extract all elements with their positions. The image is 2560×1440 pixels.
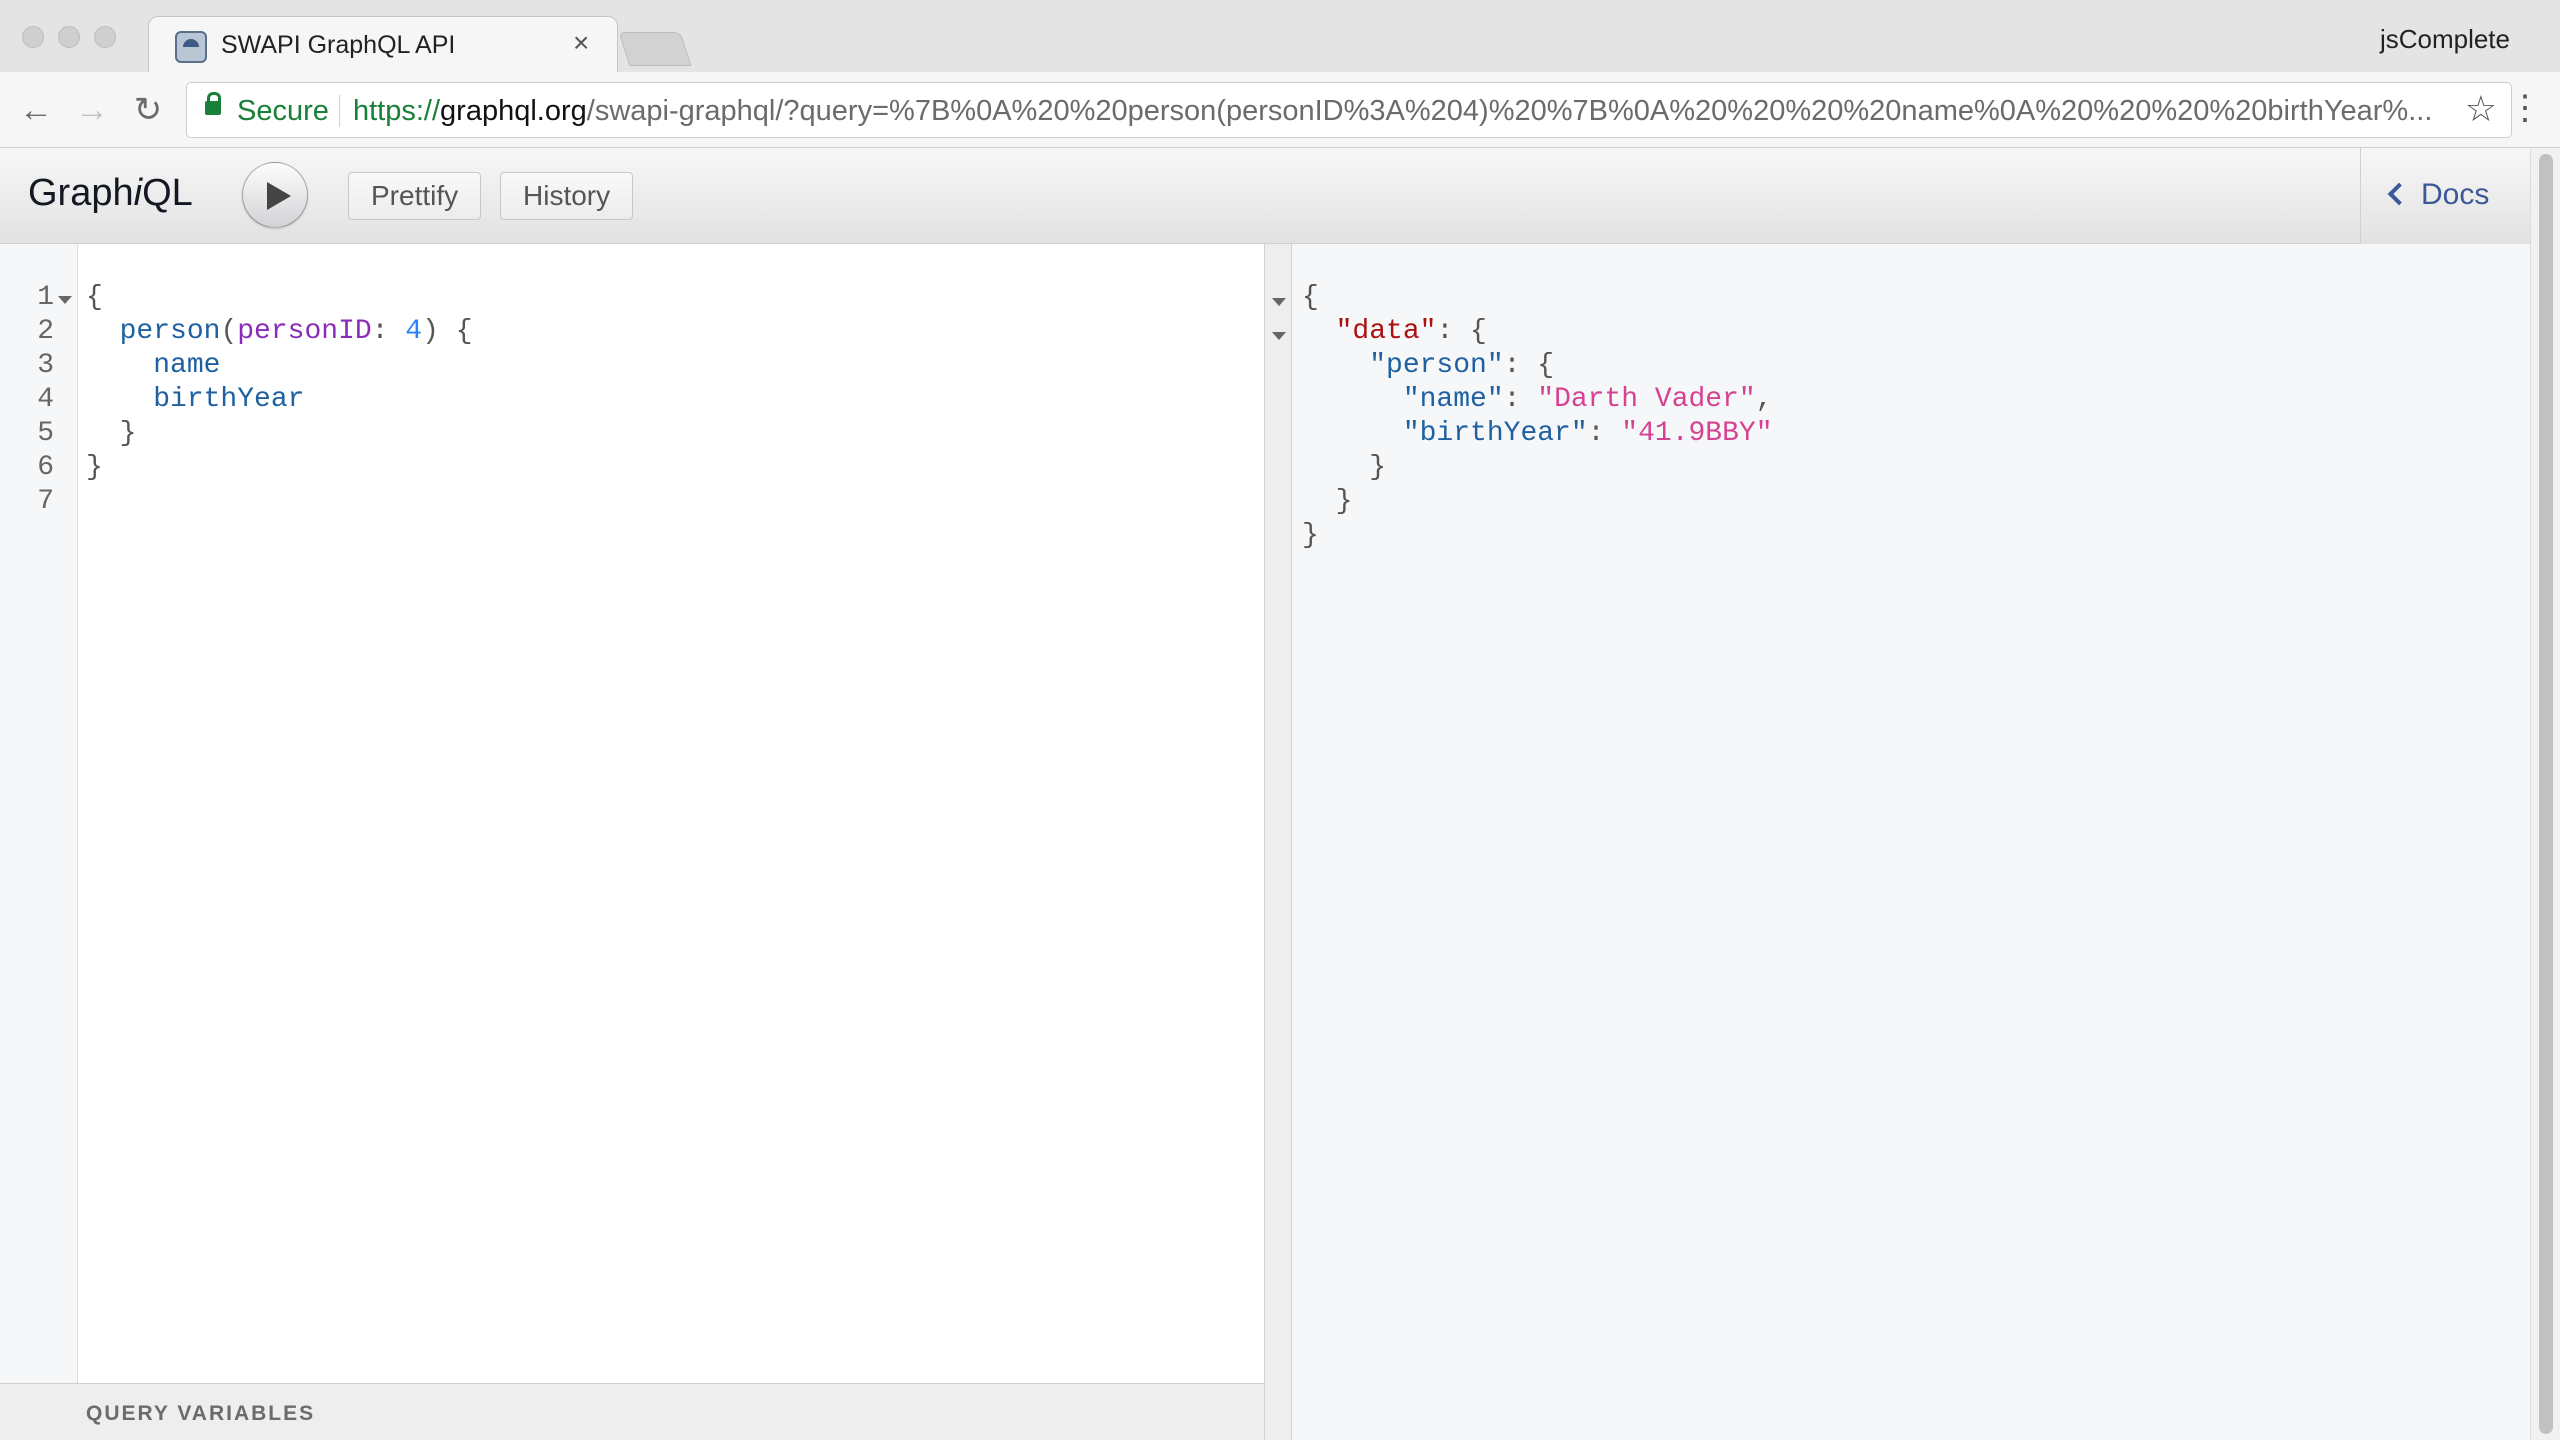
colon-brace: : { — [1436, 316, 1487, 347]
address-bar-separator — [339, 95, 340, 127]
brace: } — [1369, 452, 1387, 483]
url-text[interactable]: https://graphql.org/swapi-graphql/?query… — [353, 95, 2443, 128]
brace: { — [86, 282, 103, 313]
history-button[interactable]: History — [500, 172, 634, 220]
window-zoom-button[interactable] — [94, 26, 116, 48]
code-line: { — [86, 282, 103, 313]
fold-arrow-icon[interactable] — [1272, 332, 1286, 340]
pane-divider[interactable] — [1264, 244, 1292, 1440]
secure-label: Secure — [237, 95, 329, 127]
key-person: "person" — [1369, 350, 1504, 381]
fold-arrow-icon[interactable] — [58, 296, 72, 304]
value-name: "Darth Vader" — [1537, 384, 1756, 415]
key-name: "name" — [1402, 384, 1504, 415]
result-line: "person": { — [1302, 350, 1554, 381]
swapi-favicon-icon — [175, 31, 207, 63]
result-line: { — [1302, 282, 1319, 313]
result-line: } — [1302, 520, 1319, 551]
logo-italic: i — [133, 172, 143, 214]
brace: { — [1302, 282, 1319, 313]
tab-close-icon[interactable]: × — [573, 29, 589, 57]
code-line: } — [86, 452, 103, 483]
result-viewer: { "data": { "person": { "name": "Darth V… — [1292, 244, 2530, 1440]
code-line: person(personID: 4) { — [86, 316, 473, 347]
query-variables-label: QUERY VARIABLES — [86, 1402, 316, 1425]
url-host: graphql.org — [440, 95, 587, 127]
url-scheme: https:// — [353, 95, 441, 127]
docs-label: Docs — [2421, 178, 2490, 211]
bookmark-star-icon[interactable]: ☆ — [2465, 91, 2497, 127]
browser-toolbar: ← → ↻ Secure https://graphql.org/swapi-g… — [0, 72, 2560, 148]
field-name: name — [153, 350, 221, 381]
field-person: person — [119, 316, 221, 347]
browser-tab[interactable]: SWAPI GraphQL API × — [148, 16, 618, 74]
paren: ( — [220, 316, 238, 347]
field-birthyear: birthYear — [153, 384, 305, 415]
url-path: /swapi-graphql/?query=%7B%0A%20%20person… — [586, 95, 2433, 127]
code-line: name — [86, 350, 220, 381]
docs-button[interactable]: Docs — [2387, 178, 2490, 212]
fold-arrow-icon[interactable] — [1272, 298, 1286, 306]
graphiql-logo: GraphiQL — [28, 172, 193, 215]
back-arrow-icon[interactable]: ← — [16, 90, 56, 130]
lock-icon — [205, 92, 221, 115]
result-line: } — [1302, 452, 1386, 483]
logo-suffix: QL — [142, 172, 193, 214]
play-icon — [267, 182, 291, 210]
line-number: 6 — [37, 452, 54, 483]
window-minimize-button[interactable] — [58, 26, 80, 48]
line-number: 3 — [37, 350, 54, 381]
result-line: "name": "Darth Vader", — [1302, 384, 1773, 415]
profile-name[interactable]: jsComplete — [2380, 24, 2510, 55]
argument-value: 4 — [405, 316, 423, 347]
page-scrollbar[interactable] — [2530, 148, 2560, 1440]
brace: } — [1335, 486, 1353, 517]
brace: } — [1302, 520, 1319, 551]
forward-arrow-icon[interactable]: → — [72, 90, 112, 130]
prettify-button[interactable]: Prettify — [348, 172, 482, 220]
line-number-gutter: 1 2 3 4 5 6 7 — [0, 244, 78, 1383]
logo-prefix: Graph — [28, 172, 134, 214]
key-birthyear: "birthYear" — [1402, 418, 1588, 449]
brace: } — [86, 452, 103, 483]
paren-brace: ) { — [422, 316, 473, 347]
colon: : — [371, 316, 406, 347]
code-line: birthYear — [86, 384, 304, 415]
key-data: "data" — [1335, 316, 1437, 347]
docs-panel-toggle[interactable]: Docs — [2360, 148, 2530, 244]
execute-query-button[interactable] — [242, 162, 308, 228]
new-tab-button[interactable] — [618, 32, 692, 66]
reload-icon[interactable]: ↻ — [128, 90, 168, 130]
colon: : — [1587, 418, 1622, 449]
line-number: 7 — [37, 486, 54, 517]
graphiql-toolbar: GraphiQL Prettify History — [0, 148, 2530, 244]
scrollbar-thumb[interactable] — [2539, 154, 2553, 1434]
result-line: "birthYear": "41.9BBY" — [1302, 418, 1773, 449]
tab-title: SWAPI GraphQL API — [221, 31, 456, 59]
result-line: } — [1302, 486, 1353, 517]
value-birthyear: "41.9BBY" — [1621, 418, 1773, 449]
brace: } — [119, 418, 137, 449]
query-variables-bar[interactable]: QUERY VARIABLES — [0, 1383, 1264, 1440]
line-number: 2 — [37, 316, 54, 347]
window-close-button[interactable] — [22, 26, 44, 48]
line-number: 1 — [37, 282, 54, 313]
line-number: 4 — [37, 384, 54, 415]
address-bar[interactable]: Secure https://graphql.org/swapi-graphql… — [186, 82, 2512, 138]
code-line: } — [86, 418, 137, 449]
browser-tab-bar: SWAPI GraphQL API × jsComplete — [0, 0, 2560, 74]
comma: , — [1755, 384, 1773, 415]
chevron-left-icon — [2387, 182, 2411, 206]
result-line: "data": { — [1302, 316, 1487, 347]
browser-menu-icon[interactable]: ⋮ — [2508, 88, 2542, 132]
colon-brace: : { — [1503, 350, 1555, 381]
line-number: 5 — [37, 418, 54, 449]
colon: : — [1503, 384, 1538, 415]
argument-name: personID — [237, 316, 372, 347]
query-editor[interactable]: 1 2 3 4 5 6 7 { person(personID: 4) { na… — [0, 244, 1264, 1383]
